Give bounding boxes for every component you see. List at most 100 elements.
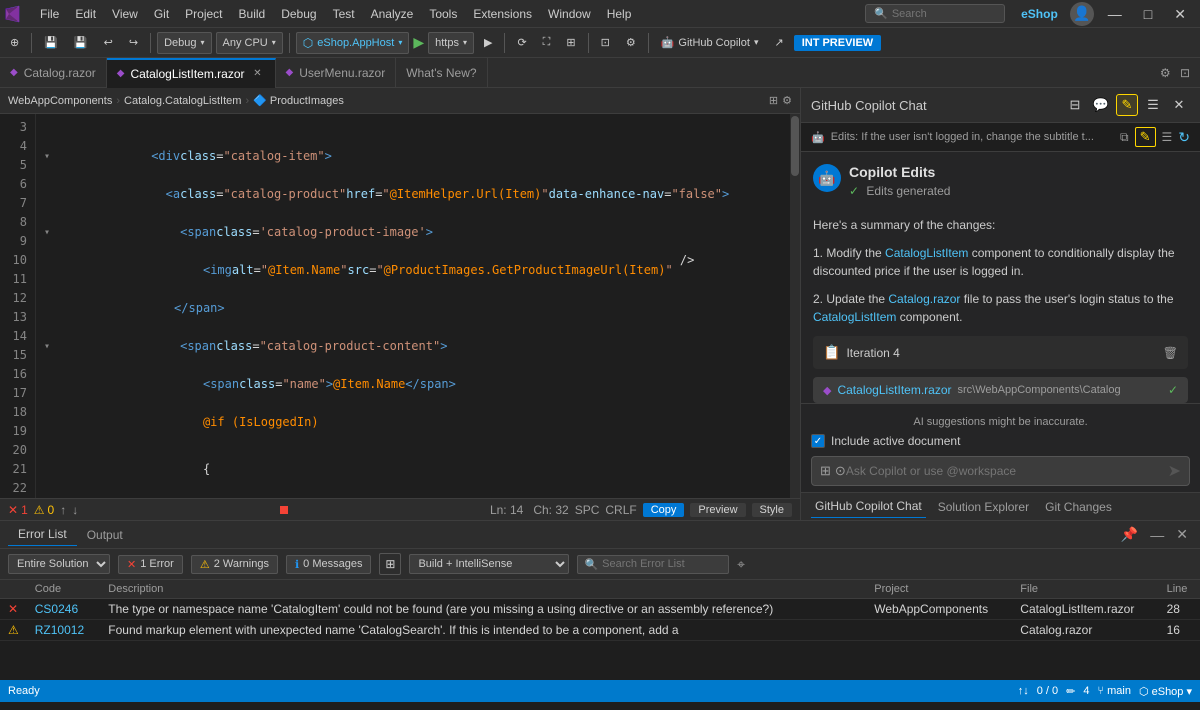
- copilot-conversation-btn[interactable]: 💬: [1090, 94, 1112, 116]
- copilot-chat-tab-main[interactable]: GitHub Copilot Chat: [811, 495, 926, 518]
- search-options-icon[interactable]: ⌖: [737, 556, 745, 573]
- down-arrow-icon[interactable]: ↓: [72, 503, 78, 517]
- copilot-copy-conv-icon[interactable]: ⧉: [1120, 130, 1129, 145]
- platform-dropdown[interactable]: Any CPU ▾: [216, 32, 283, 54]
- toolbar-btn-1[interactable]: ⟳: [511, 34, 532, 51]
- panel-close-icon[interactable]: ✕: [1172, 524, 1192, 545]
- copilot-chat-tab-solution[interactable]: Solution Explorer: [934, 496, 1033, 518]
- warnings-filter-btn[interactable]: ⚠ 2 Warnings: [191, 555, 278, 574]
- tab-whats-new[interactable]: What's New?: [396, 58, 487, 88]
- menu-extensions[interactable]: Extensions: [465, 3, 540, 25]
- copilot-link-catalograzor[interactable]: Catalog.razor: [888, 292, 960, 306]
- grid-icon[interactable]: ⊞: [820, 463, 831, 479]
- copilot-chat-tab-git[interactable]: Git Changes: [1041, 496, 1116, 518]
- col-code[interactable]: Code: [27, 580, 101, 599]
- copy-button[interactable]: Copy: [643, 503, 685, 517]
- menu-project[interactable]: Project: [177, 3, 230, 25]
- breadcrumb-project[interactable]: WebAppComponents: [8, 95, 112, 107]
- pin-icon[interactable]: 📌: [1117, 524, 1142, 545]
- tab-cataloglistitem-razor[interactable]: ◆ CatalogListItem.razor ✕: [107, 58, 276, 88]
- tab-settings-btn[interactable]: ⚙ ⊡: [1150, 66, 1200, 80]
- toolbar-btn-5[interactable]: ⚙: [620, 34, 642, 51]
- fold-icon[interactable]: ▾: [44, 337, 50, 356]
- editor-content[interactable]: 3 4 5 6 7 8 9 10 11 12 13 14 15 16 17 18: [0, 114, 800, 498]
- start-button[interactable]: ▶: [413, 34, 424, 51]
- copilot-content[interactable]: 🤖 Copilot Edits ✓ Edits generated Here's…: [801, 152, 1200, 403]
- menu-edit[interactable]: Edit: [67, 3, 104, 25]
- copilot-close-btn[interactable]: ✕: [1168, 94, 1190, 116]
- messages-filter-btn[interactable]: ℹ 0 Messages: [286, 555, 372, 574]
- col-file[interactable]: File: [1012, 580, 1158, 599]
- up-arrow-icon[interactable]: ↑: [60, 503, 66, 517]
- menu-help[interactable]: Help: [599, 3, 640, 25]
- table-row[interactable]: ⚠ RZ10012 Found markup element with unex…: [0, 620, 1200, 641]
- git-branches-icon[interactable]: ↑↓: [1018, 685, 1029, 697]
- filter-options-btn[interactable]: ⊞: [379, 553, 401, 575]
- copilot-file-1[interactable]: ◆ CatalogListItem.razor src\WebAppCompon…: [813, 377, 1188, 403]
- breadcrumb-class[interactable]: Catalog.CatalogListItem: [124, 95, 241, 107]
- copilot-link-cataloglistitem-2[interactable]: CatalogListItem: [813, 310, 896, 324]
- style-button[interactable]: Style: [752, 503, 792, 517]
- build-filter-dropdown[interactable]: Build + IntelliSense: [409, 554, 569, 574]
- copilot-link-cataloglistitem[interactable]: CatalogListItem: [885, 246, 968, 260]
- error-search-box[interactable]: 🔍: [577, 555, 729, 574]
- tab-catalog-razor[interactable]: ◆ Catalog.razor: [0, 58, 107, 88]
- menu-build[interactable]: Build: [231, 3, 274, 25]
- error-search-input[interactable]: [602, 558, 722, 570]
- panel-minimize-icon[interactable]: —: [1146, 525, 1168, 545]
- toolbar-new-file[interactable]: ⊕: [4, 34, 25, 51]
- menu-search-box[interactable]: 🔍: [865, 4, 1005, 23]
- menu-test[interactable]: Test: [325, 3, 363, 25]
- editor-scrollbar[interactable]: [790, 114, 800, 498]
- scroll-thumb[interactable]: [791, 116, 799, 176]
- close-button[interactable]: ✕: [1164, 0, 1196, 28]
- error-code-link[interactable]: CS0246: [35, 602, 78, 616]
- menu-debug[interactable]: Debug: [273, 3, 324, 25]
- send-icon[interactable]: ➤: [1168, 461, 1181, 481]
- maximize-button[interactable]: □: [1134, 0, 1162, 28]
- breadcrumb-member[interactable]: 🔷 ProductImages: [253, 94, 344, 107]
- include-active-doc-checkbox[interactable]: ✓: [811, 434, 825, 448]
- start-url-btn[interactable]: ▶: [478, 34, 498, 51]
- encoding[interactable]: SPC: [575, 503, 600, 517]
- code-lines[interactable]: ▾ <div class="catalog-item"> <a class="c…: [36, 114, 790, 498]
- url-dropdown[interactable]: https ▾: [428, 32, 474, 54]
- toolbar-redo[interactable]: ↪: [123, 34, 144, 51]
- toolbar-copilot-extra[interactable]: ↗: [768, 34, 789, 51]
- editor-split-icon[interactable]: ⊞: [769, 94, 778, 107]
- menu-window[interactable]: Window: [540, 3, 599, 25]
- error-indicator[interactable]: ✕ 1: [8, 503, 28, 517]
- error-list-tab[interactable]: Error List: [8, 523, 77, 546]
- copilot-iteration[interactable]: 📋 Iteration 4 🗑: [813, 336, 1188, 369]
- col-line[interactable]: Line: [1159, 580, 1200, 599]
- toolbar-save[interactable]: 💾: [38, 34, 64, 51]
- toolbar-save-all[interactable]: 💾: [68, 34, 94, 51]
- apphost-dropdown[interactable]: ⬡ eShop.AppHost ▾: [296, 32, 410, 54]
- minimize-button[interactable]: —: [1098, 0, 1132, 28]
- at-icon[interactable]: ⊙: [835, 463, 846, 479]
- menu-file[interactable]: File: [32, 3, 67, 25]
- scope-dropdown[interactable]: Entire Solution: [8, 554, 110, 574]
- editor-settings-icon[interactable]: ⚙: [782, 94, 792, 107]
- user-avatar[interactable]: 👤: [1070, 2, 1094, 26]
- git-branch[interactable]: ⑂ main: [1097, 685, 1131, 697]
- menu-tools[interactable]: Tools: [421, 3, 465, 25]
- tab-usermenu-razor[interactable]: ◆ UserMenu.razor: [276, 58, 397, 88]
- warning-code-link[interactable]: RZ10012: [35, 623, 84, 637]
- line-ending[interactable]: CRLF: [605, 503, 636, 517]
- trash-icon[interactable]: 🗑: [1163, 346, 1178, 360]
- preview-button[interactable]: Preview: [690, 503, 745, 517]
- toolbar-btn-3[interactable]: ⊞: [560, 34, 581, 51]
- github-copilot-button[interactable]: 🤖 GitHub Copilot ▾: [655, 34, 765, 51]
- col-description[interactable]: Description: [100, 580, 866, 599]
- copilot-edit-icon[interactable]: ✎: [1135, 127, 1156, 147]
- toolbar-btn-4[interactable]: ⊡: [595, 34, 616, 51]
- menu-search-input[interactable]: [892, 8, 972, 20]
- copilot-edit-mode-btn[interactable]: ✎: [1116, 94, 1138, 116]
- errors-filter-btn[interactable]: ✕ 1 Error: [118, 555, 183, 574]
- col-type[interactable]: [0, 580, 27, 599]
- debug-config-dropdown[interactable]: Debug ▾: [157, 32, 211, 54]
- copilot-settings-btn[interactable]: ☰: [1142, 94, 1164, 116]
- warning-indicator[interactable]: ⚠ 0: [34, 503, 54, 517]
- table-row[interactable]: ✕ CS0246 The type or namespace name 'Cat…: [0, 599, 1200, 620]
